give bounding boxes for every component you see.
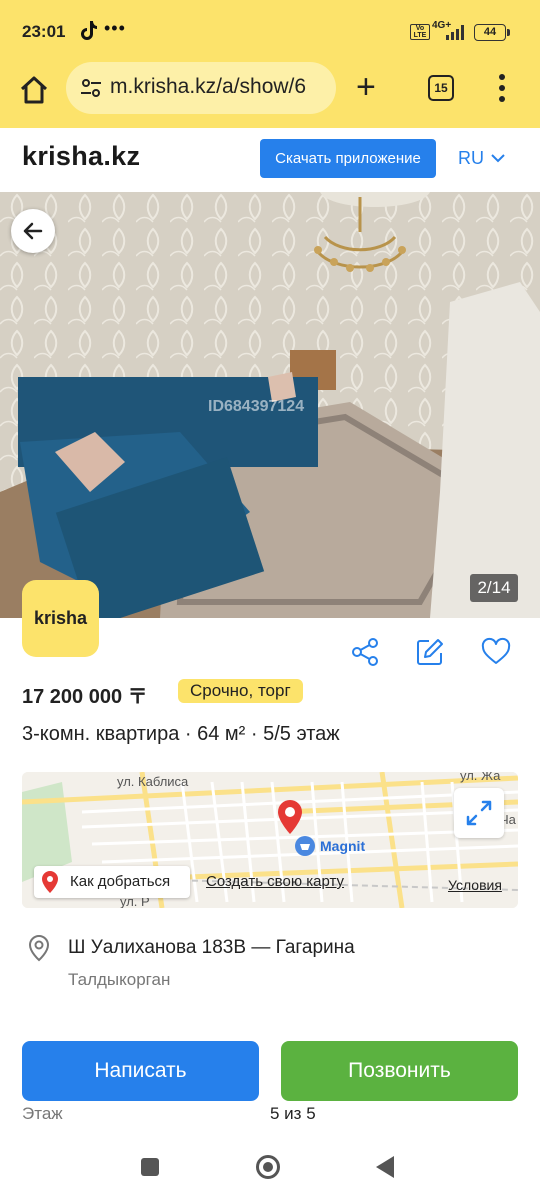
site-logo[interactable]: krisha.kz	[22, 141, 140, 172]
location-pin-icon	[28, 934, 50, 962]
agency-logo[interactable]: krisha	[22, 580, 99, 657]
site-settings-icon[interactable]	[80, 78, 102, 98]
fullscreen-icon[interactable]	[454, 788, 504, 838]
tiktok-icon	[80, 20, 98, 45]
share-icon[interactable]	[350, 637, 380, 667]
favorite-heart-icon[interactable]	[481, 637, 511, 667]
directions-label[interactable]: Как добраться	[70, 873, 170, 890]
photo-watermark: ID684397124	[208, 398, 305, 415]
back-arrow-icon[interactable]	[11, 209, 55, 253]
map-poi-label: Magnit	[320, 838, 366, 854]
map-street-label: ул. Каблиса	[117, 774, 189, 789]
map-street-label: ул. Жа	[460, 772, 501, 783]
new-tab-icon[interactable]: +	[356, 70, 376, 104]
write-message-button[interactable]: Написать	[22, 1041, 259, 1101]
urgent-tag: Срочно, торг	[178, 679, 303, 703]
call-button[interactable]: Позвонить	[281, 1041, 518, 1101]
tab-switcher-button[interactable]: 15	[428, 75, 454, 101]
battery-icon: 44	[474, 24, 510, 41]
floor-label: Этаж	[22, 1104, 63, 1123]
listing-address: Ш Уалиханова 183В — Гагарина	[68, 937, 355, 958]
photo-counter: 2/14	[470, 574, 518, 602]
edit-note-icon[interactable]	[415, 637, 445, 667]
language-selector[interactable]: RU	[458, 148, 484, 169]
map-terms-link[interactable]: Условия	[448, 877, 502, 893]
home-icon[interactable]	[16, 72, 52, 108]
listing-title: 3-комн. квартира · 64 м² · 5/5 этаж	[22, 723, 340, 745]
status-time: 23:01	[22, 22, 66, 41]
recent-apps-icon[interactable]	[141, 1158, 159, 1176]
home-nav-icon[interactable]	[256, 1155, 280, 1179]
download-app-button[interactable]: Скачать приложение	[260, 139, 436, 178]
url-text[interactable]: m.krisha.kz/a/show/6	[110, 75, 328, 99]
floor-value: 5 из 5	[270, 1104, 316, 1123]
volte-icon: Vo LTE	[410, 24, 430, 40]
listing-price: 17 200 000 〒	[22, 686, 148, 708]
map-pin-icon	[42, 871, 58, 893]
more-notifications-icon: •••	[104, 18, 126, 38]
listing-city: Талдыкорган	[68, 970, 171, 989]
create-map-link[interactable]: Создать свою карту	[206, 873, 344, 890]
overflow-menu-icon[interactable]	[498, 74, 506, 102]
back-nav-icon[interactable]	[376, 1156, 394, 1178]
signal-icon	[446, 24, 468, 40]
chevron-down-icon[interactable]	[490, 150, 506, 166]
